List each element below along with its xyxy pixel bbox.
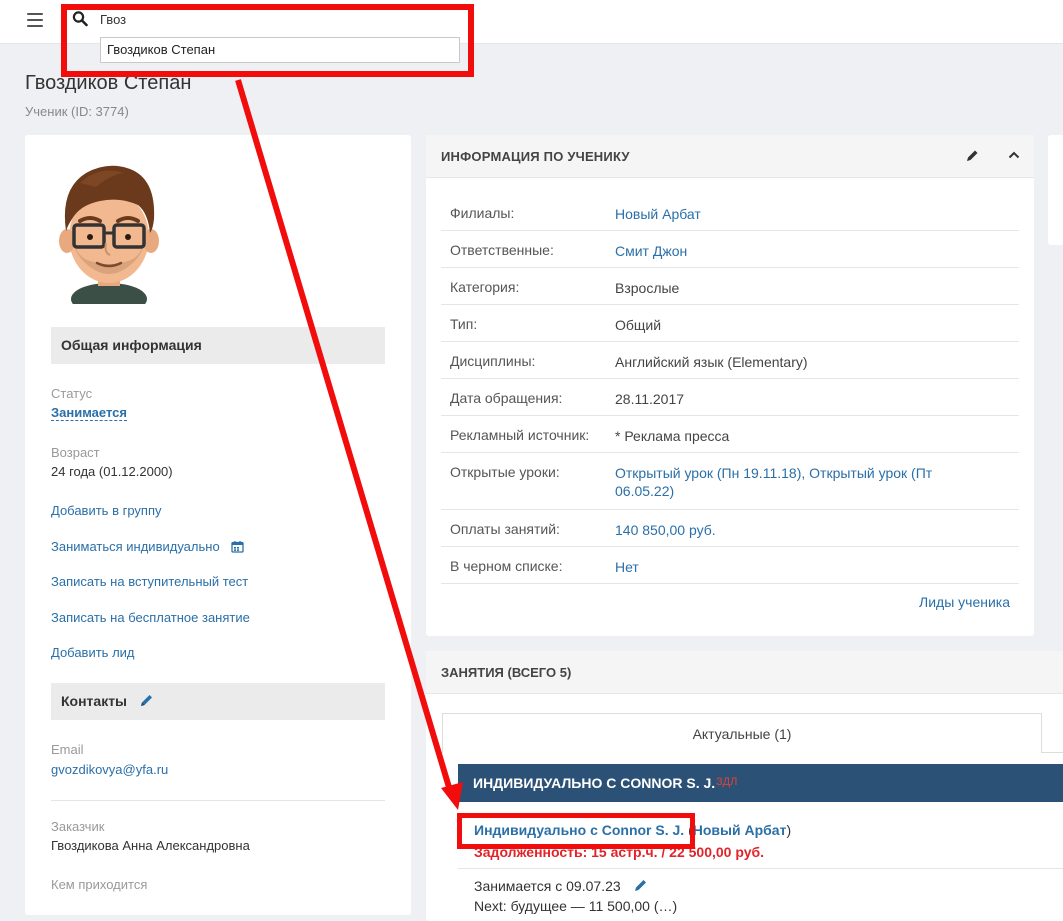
group-title: ИНДИВИДУАЛЬНО С CONNOR S. J.	[473, 775, 716, 791]
lessons-title: ЗАНЯТИЯ (ВСЕГО 5)	[441, 665, 572, 680]
tab-current[interactable]: Актуальные (1)	[442, 713, 1042, 753]
customer-value: Гвоздикова Анна Александровна	[51, 838, 250, 853]
info-label: В черном списке:	[450, 558, 563, 574]
info-label: Филиалы:	[450, 205, 515, 221]
study-individually-label: Заниматься индивидуально	[51, 539, 220, 554]
avatar	[59, 165, 159, 304]
panel-title: ИНФОРМАЦИЯ ПО УЧЕНИКУ	[441, 149, 630, 164]
customer-label: Заказчик	[51, 819, 105, 834]
lesson-highlight-box	[457, 813, 695, 849]
age-value: 24 года (01.12.2000)	[51, 464, 173, 479]
info-label: Дата обращения:	[450, 390, 563, 406]
info-row-type: Тип: Общий	[441, 305, 1019, 342]
group-bar: ИНДИВИДУАЛЬНО С CONNOR S. J. ЗДЛ	[458, 764, 1063, 802]
info-row-responsible: Ответственные: Смит Джон	[441, 231, 1019, 268]
lessons-header: ЗАНЯТИЯ (ВСЕГО 5)	[426, 651, 1063, 694]
type-value: Общий	[615, 317, 662, 333]
open-lessons-value: Открытый урок (Пн 19.11.18), Открытый ур…	[615, 464, 995, 500]
calendar-icon[interactable]	[231, 540, 244, 553]
info-label: Дисциплины:	[450, 353, 536, 369]
pencil-icon[interactable]	[633, 878, 648, 893]
info-row-branches: Филиалы: Новый Арбат	[441, 194, 1019, 231]
free-lesson-link[interactable]: Записать на бесплатное занятие	[51, 610, 250, 625]
lessons-panel: ЗАНЯТИЯ (ВСЕГО 5) Актуальные (1) ИНДИВИД…	[426, 651, 1063, 921]
student-leads-link[interactable]: Лиды ученика	[919, 594, 1010, 610]
pencil-icon[interactable]	[139, 693, 154, 708]
info-row-ad-source: Рекламный источник: * Реклама пресса	[441, 416, 1019, 453]
age-label: Возраст	[51, 445, 100, 460]
info-row-disciplines: Дисциплины: Английский язык (Elementary)	[441, 342, 1019, 379]
next-line: Next: будущее — 11 500,00 (…)	[474, 898, 678, 914]
info-row-payments: Оплаты занятий: 140 850,00 руб.	[441, 510, 1019, 547]
info-label: Ответственные:	[450, 242, 554, 258]
student-profile-panel: Общая информация Статус Занимается Возра…	[25, 135, 411, 915]
pencil-icon[interactable]	[966, 149, 979, 162]
email-link[interactable]: gvozdikovya@yfa.ru	[51, 762, 168, 777]
info-label: Рекламный источник:	[450, 427, 590, 443]
tab-baseline	[1042, 752, 1063, 753]
open-lesson-link[interactable]: Открытый урок (Пн 19.11.18)	[615, 465, 801, 481]
blacklist-link[interactable]: Нет	[615, 558, 995, 576]
menu-icon[interactable]	[27, 13, 43, 27]
request-date-value: 28.11.2017	[615, 391, 685, 407]
status-label: Статус	[51, 386, 93, 401]
info-label: Открытые уроки:	[450, 464, 560, 480]
panel-header: ИНФОРМАЦИЯ ПО УЧЕНИКУ	[426, 135, 1034, 178]
info-label: Тип:	[450, 316, 478, 332]
info-row-blacklist: В черном списке: Нет	[441, 547, 1019, 584]
payments-link[interactable]: 140 850,00 руб.	[615, 521, 995, 539]
disciplines-value: Английский язык (Elementary)	[615, 354, 808, 370]
divider	[51, 800, 385, 801]
info-label: Категория:	[450, 279, 520, 295]
info-row-request-date: Дата обращения: 28.11.2017	[441, 379, 1019, 416]
lesson-branch-link[interactable]: Новый Арбат	[693, 822, 787, 838]
status-value[interactable]: Занимается	[51, 405, 127, 421]
separator: ,	[801, 465, 810, 481]
study-individually-link[interactable]: Заниматься индивидуально	[51, 539, 244, 554]
ad-source-value: * Реклама пресса	[615, 428, 730, 444]
since-line: Занимается с 09.07.23	[474, 878, 648, 894]
contacts-header-label: Контакты	[61, 693, 128, 709]
info-row-category: Категория: Взрослые	[441, 268, 1019, 305]
lesson-suffix: )	[786, 822, 792, 838]
info-label: Оплаты занятий:	[450, 521, 560, 537]
responsible-link[interactable]: Смит Джон	[615, 242, 995, 260]
add-to-group-link[interactable]: Добавить в группу	[51, 503, 162, 518]
relation-label: Кем приходится	[51, 877, 148, 892]
side-panel-stub	[1048, 135, 1063, 245]
group-tag: ЗДЛ	[716, 776, 738, 788]
branch-link[interactable]: Новый Арбат	[615, 205, 995, 223]
category-value: Взрослые	[615, 280, 680, 296]
divider	[458, 868, 1063, 869]
search-highlight-box	[61, 4, 474, 77]
contacts-header: Контакты	[51, 683, 385, 720]
chevron-up-icon[interactable]	[1008, 150, 1020, 160]
add-lead-link[interactable]: Добавить лид	[51, 645, 135, 660]
info-row-open-lessons: Открытые уроки: Открытый урок (Пн 19.11.…	[441, 453, 1019, 510]
email-label: Email	[51, 742, 84, 757]
since-value: Занимается с 09.07.23	[474, 878, 621, 894]
entrance-test-link[interactable]: Записать на вступительный тест	[51, 574, 248, 589]
page-subtitle: Ученик (ID: 3774)	[25, 104, 129, 119]
student-info-panel: ИНФОРМАЦИЯ ПО УЧЕНИКУ Филиалы: Новый Арб…	[426, 135, 1034, 636]
general-info-header: Общая информация	[51, 327, 385, 364]
